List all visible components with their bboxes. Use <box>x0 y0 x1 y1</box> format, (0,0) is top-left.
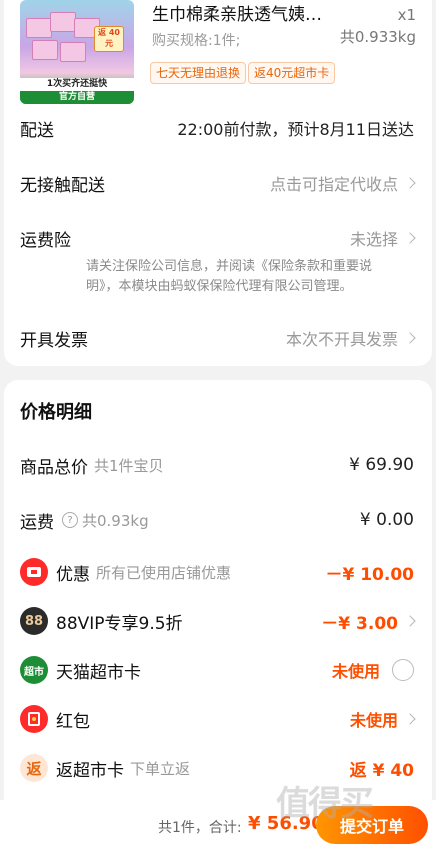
tag-seven-day-return: 七天无理由退换 <box>150 62 247 84</box>
chevron-right-icon <box>404 713 416 725</box>
cashback-icon: 返 <box>20 754 48 782</box>
coupon-icon <box>20 558 48 586</box>
shipping-insurance-note[interactable]: 请关注保险公司信息，并阅读《保险条款和重要说明》，本模块由蚂蚁保保险代理有限公司… <box>86 257 398 297</box>
chevron-right-icon <box>404 615 416 627</box>
delivery-row: 配送 22:00前付款，预计8月11日送达 <box>20 113 414 143</box>
order-info-card: 返 40 元 1次买齐还挺快 官方自营 生巾棉柔亲肤透气姨… x1 购买规格:1… <box>4 0 432 366</box>
invoice-value: 本次不开具发票 <box>285 330 398 349</box>
subtotal-count: 共1件宝贝 <box>94 456 164 475</box>
vip-discount-amount: －¥ 3.00 <box>321 613 398 634</box>
subtotal-amount: ¥ 69.90 <box>349 455 414 475</box>
tag-cashback-card: 返40元超市卡 <box>248 62 336 84</box>
freight-weight: 共0.93kg <box>82 511 149 530</box>
subtotal-row: 商品总价 共1件宝贝 ¥ 69.90 <box>20 450 414 480</box>
vip-discount-row[interactable]: 88 88VIP专享9.5折 －¥ 3.00 <box>20 606 416 636</box>
product-quantity: x1 <box>397 6 416 24</box>
red-packet-icon <box>20 705 48 733</box>
price-detail-card: 价格明细 商品总价 共1件宝贝 ¥ 69.90 运费 ? 共0.93kg ¥ 0… <box>4 380 432 820</box>
contactless-delivery-row[interactable]: 无接触配送 点击可指定代收点 <box>20 168 416 198</box>
contactless-delivery-label: 无接触配送 <box>20 175 105 196</box>
cashback-description: 下单立返 <box>130 759 191 778</box>
product-image-banner: 1次买齐还挺快 <box>20 78 134 91</box>
freight-row: 运费 ? 共0.93kg ¥ 0.00 <box>20 505 414 535</box>
delivery-value: 22:00前付款，预计8月11日送达 <box>177 120 414 139</box>
discount-label: 优惠 <box>56 564 90 585</box>
product-image[interactable]: 返 40 元 1次买齐还挺快 官方自营 <box>20 0 134 104</box>
tmall-card-radio[interactable] <box>392 659 414 681</box>
product-spec[interactable]: 购买规格:1件; <box>152 30 240 50</box>
tmall-supermarket-icon: 超市 <box>20 656 48 684</box>
tmall-card-label: 天猫超市卡 <box>56 662 141 683</box>
product-image-badge: 返 40 元 <box>94 26 124 52</box>
vip-discount-label: 88VIP专享9.5折 <box>56 613 183 634</box>
tmall-card-row[interactable]: 超市 天猫超市卡 未使用 <box>20 655 414 685</box>
cashback-label: 返超市卡 <box>56 760 124 781</box>
discount-description: 所有已使用店铺优惠 <box>96 563 232 582</box>
shipping-insurance-value: 未选择 <box>349 230 398 249</box>
product-weight: 共0.933kg <box>339 28 416 46</box>
red-packet-status: 未使用 <box>349 711 398 730</box>
chevron-right-icon <box>404 232 416 244</box>
chevron-right-icon <box>404 177 416 189</box>
delivery-label: 配送 <box>20 120 54 141</box>
freight-amount: ¥ 0.00 <box>359 510 414 530</box>
invoice-row[interactable]: 开具发票 本次不开具发票 <box>20 323 416 353</box>
vip-88-icon: 88 <box>20 607 48 635</box>
chevron-right-icon <box>404 332 416 344</box>
red-packet-row[interactable]: 红包 未使用 <box>20 704 416 734</box>
discount-row: 优惠 所有已使用店铺优惠 －¥ 10.00 <box>20 557 414 587</box>
watermark: 值得买 <box>276 784 374 824</box>
total-label: 共1件，合计: <box>158 820 242 836</box>
red-packet-label: 红包 <box>56 711 90 732</box>
contactless-delivery-value: 点击可指定代收点 <box>269 175 398 194</box>
subtotal-label: 商品总价 <box>20 457 88 478</box>
discount-amount: －¥ 10.00 <box>325 564 414 585</box>
price-detail-title: 价格明细 <box>20 402 92 423</box>
product-title[interactable]: 生巾棉柔亲肤透气姨… <box>152 0 322 25</box>
shipping-insurance-label: 运费险 <box>20 230 71 251</box>
freight-label: 运费 <box>20 512 54 533</box>
help-icon[interactable]: ? <box>62 512 78 528</box>
tmall-card-status: 未使用 <box>331 662 380 681</box>
shipping-insurance-row[interactable]: 运费险 未选择 <box>20 223 416 253</box>
invoice-label: 开具发票 <box>20 330 88 351</box>
product-image-official-label: 官方自营 <box>20 91 134 104</box>
